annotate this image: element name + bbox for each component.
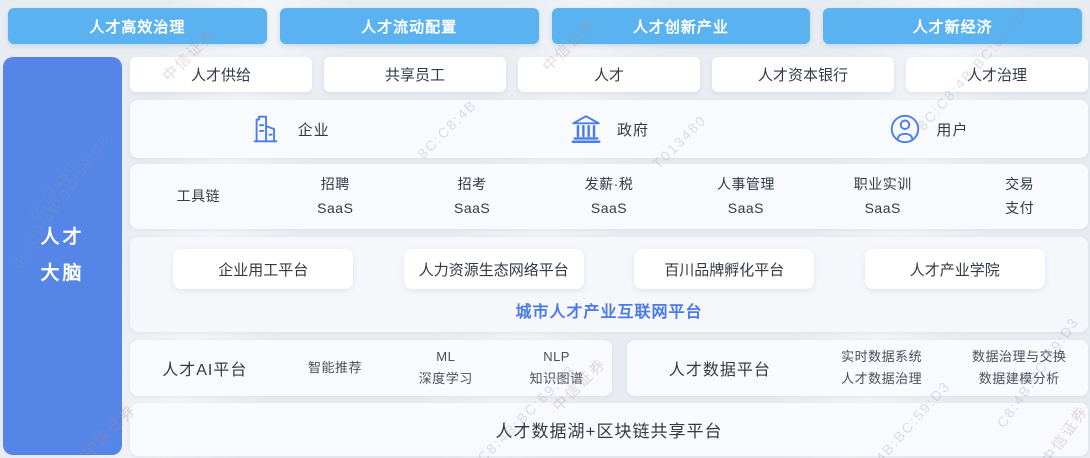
card-hr-eco-network-platform: 人力资源生态网络平台 [404,249,584,289]
top-pills-row: 人才高效治理 人才流动配置 人才创新产业 人才新经济 [8,8,1082,44]
city-platform-panel: 企业用工平台 人力资源生态网络平台 百川品牌孵化平台 人才产业学院 城市人才产业… [130,237,1088,332]
pill-flow-allocation: 人才流动配置 [280,8,539,44]
talent-brain-architecture-diagram: 人才高效治理 人才流动配置 人才创新产业 人才新经济 人才 大脑 人才供给 共享… [0,0,1090,458]
pill-new-economy: 人才新经济 [823,8,1082,44]
pill-innovation-industry: 人才创新产业 [552,8,811,44]
ai-item-smart-recommendation: 智能推荐 [280,357,391,379]
card-talent-capital-bank: 人才资本银行 [712,57,894,92]
card-talent-industry-academy: 人才产业学院 [865,249,1045,289]
data-item-exchange-modeling: 数据治理与交换数据建模分析 [950,346,1088,390]
actor-enterprise-label: 企业 [298,119,330,140]
card-shared-staff: 共享员工 [324,57,506,92]
data-lake-blockchain-label: 人才数据湖+区块链共享平台 [496,417,723,442]
card-talent-governance: 人才治理 [906,57,1088,92]
sidebar-line2: 大脑 [40,256,84,292]
sidebar-talent-brain: 人才 大脑 [3,57,122,455]
saas-payroll-tax: 发薪·税SaaS [541,173,678,219]
toolchain-title: 工具链 [130,185,267,208]
saas-recruiting: 招聘SaaS [267,173,404,219]
card-talent-supply: 人才供给 [130,57,312,92]
talent-data-platform-panel: 人才数据平台 实时数据系统人才数据治理 数据治理与交换数据建模分析 [627,340,1088,396]
actor-government: 政府 [449,112,768,146]
talent-ai-platform-title: 人才AI平台 [130,356,280,380]
actor-user-label: 用户 [936,119,968,140]
sidebar-line1: 人才 [40,220,84,256]
actors-panel: 企业 政府 [130,100,1088,158]
platform-cards-row: 企业用工平台 人力资源生态网络平台 百川品牌孵化平台 人才产业学院 [130,237,1088,289]
toolchain-panel: 工具链 招聘SaaS 招考SaaS 发薪·税SaaS 人事管理SaaS 职业实训… [130,164,1088,229]
actor-user: 用户 [769,112,1088,146]
saas-exam: 招考SaaS [404,173,541,219]
card-talent: 人才 [518,57,700,92]
talent-ai-platform-panel: 人才AI平台 智能推荐 ML深度学习 NLP知识图谱 [130,340,612,396]
bank-icon [569,112,603,146]
main-content: 人才供给 共享员工 人才 人才资本银行 人才治理 企业 [130,57,1088,456]
trade-payment: 交易支付 [951,173,1088,219]
city-talent-industry-internet-platform-caption: 城市人才产业互联网平台 [130,298,1088,322]
card-baichuan-brand-incubation-platform: 百川品牌孵化平台 [634,249,814,289]
saas-vocational-training: 职业实训SaaS [814,173,951,219]
building-icon [250,112,284,146]
data-item-realtime-governance: 实时数据系统人才数据治理 [813,346,951,390]
ai-item-nlp-knowledge-graph: NLP知识图谱 [501,346,612,390]
actor-enterprise: 企业 [130,112,449,146]
ai-data-row: 人才AI平台 智能推荐 ML深度学习 NLP知识图谱 人才数据平台 实时数据系统… [130,340,1088,396]
pill-efficient-governance: 人才高效治理 [8,8,267,44]
saas-hr-management: 人事管理SaaS [677,173,814,219]
talent-data-platform-title: 人才数据平台 [627,356,813,380]
data-lake-blockchain-platform: 人才数据湖+区块链共享平台 [130,403,1088,456]
actor-government-label: 政府 [617,119,649,140]
user-icon [888,112,922,146]
card-enterprise-employment-platform: 企业用工平台 [173,249,353,289]
ai-item-ml-deep-learning: ML深度学习 [390,346,501,390]
capability-cards-row: 人才供给 共享员工 人才 人才资本银行 人才治理 [130,57,1088,92]
